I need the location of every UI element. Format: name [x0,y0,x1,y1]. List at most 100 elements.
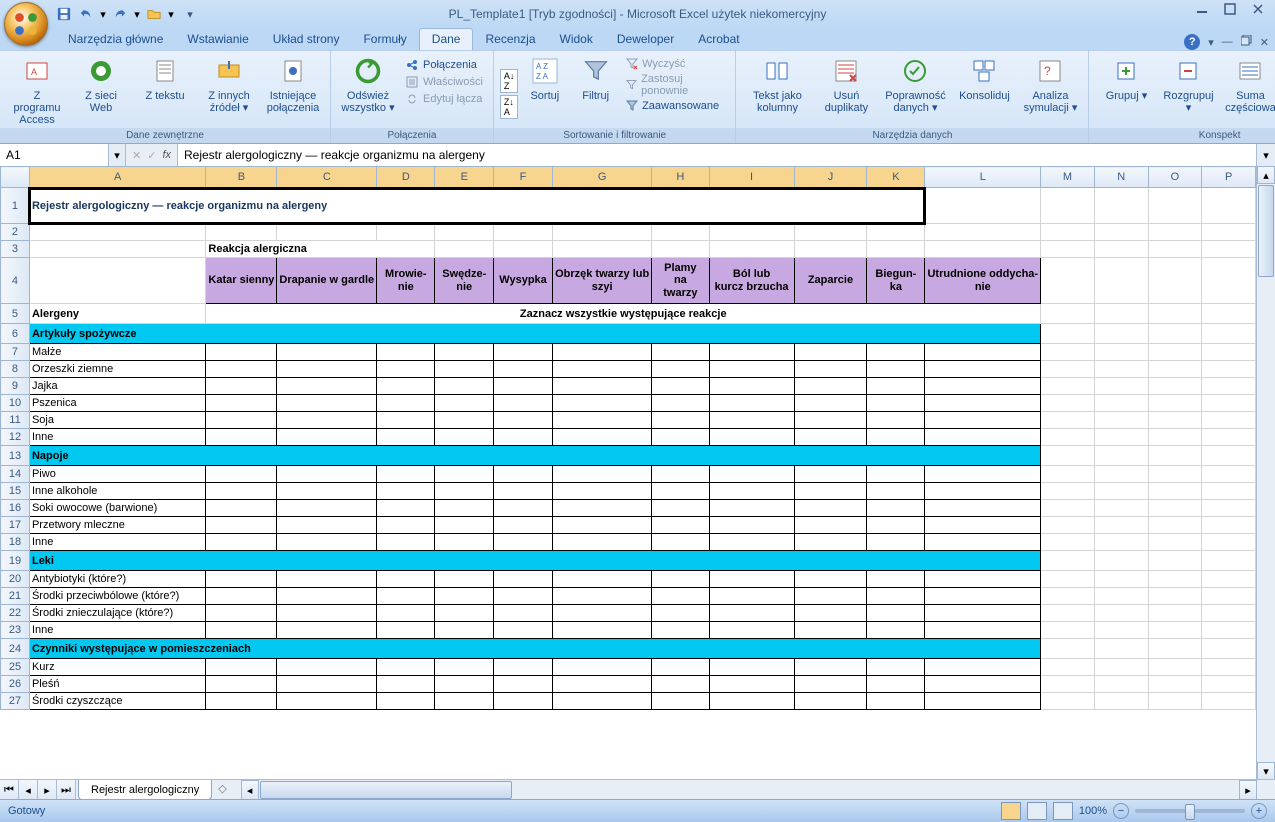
reaction-header[interactable]: Wysypka [494,258,553,304]
row-header[interactable]: 22 [1,605,30,622]
cell[interactable] [206,344,277,361]
cell[interactable] [709,241,794,258]
cell[interactable] [794,224,867,241]
cell[interactable] [1148,676,1202,693]
page-layout-view-button[interactable] [1027,802,1047,820]
cell[interactable] [925,483,1041,500]
cell[interactable] [794,429,867,446]
cell[interactable] [553,500,652,517]
cell[interactable] [494,412,553,429]
last-sheet-icon[interactable]: ⏭ [57,780,76,800]
cell[interactable] [709,517,794,534]
cell[interactable] [1041,378,1095,395]
cell[interactable] [1041,224,1095,241]
cell[interactable] [494,676,553,693]
cell[interactable] [709,395,794,412]
category-row[interactable]: Artykuły spożywcze [29,324,1040,344]
allergen-cell[interactable]: Inne alkohole [29,483,205,500]
cell[interactable] [652,571,709,588]
cell[interactable] [1094,483,1148,500]
cell[interactable] [1041,446,1095,466]
cell[interactable] [794,412,867,429]
cell[interactable] [1202,344,1256,361]
cell[interactable] [553,412,652,429]
cell[interactable] [206,534,277,551]
sort-asc-button[interactable]: A↓Z [500,69,519,93]
cell[interactable] [652,378,709,395]
cell[interactable] [1148,605,1202,622]
cell[interactable] [1041,622,1095,639]
ribbon-tab[interactable]: Dane [419,28,474,50]
cell[interactable] [377,378,435,395]
open-icon[interactable] [144,4,164,24]
cell[interactable] [1094,412,1148,429]
cell[interactable] [1148,324,1202,344]
cell[interactable] [1202,324,1256,344]
column-header[interactable]: P [1202,167,1256,188]
cell[interactable] [277,395,377,412]
cell[interactable] [494,517,553,534]
cell[interactable] [377,659,435,676]
cell[interactable] [494,361,553,378]
cell[interactable] [1094,534,1148,551]
row-header[interactable]: 12 [1,429,30,446]
sort-desc-button[interactable]: Z↓A [500,95,519,119]
formula-input[interactable]: Rejestr alergologiczny — reakcje organiz… [178,144,1256,166]
cell[interactable] [1041,639,1095,659]
cell[interactable] [652,395,709,412]
cell[interactable] [377,500,435,517]
cell[interactable] [553,659,652,676]
cell[interactable] [925,500,1041,517]
cell[interactable] [867,517,925,534]
cell[interactable] [277,588,377,605]
cell[interactable] [1202,466,1256,483]
cell[interactable] [277,693,377,710]
cell[interactable] [1041,361,1095,378]
ribbon-button[interactable]: Rozgrupuj ▾ [1157,53,1219,128]
vertical-scrollbar[interactable]: ▴ ▾ [1256,166,1275,780]
ribbon-button[interactable]: Tekst jako kolumny [742,53,812,128]
cell[interactable] [1202,500,1256,517]
cell[interactable] [277,361,377,378]
cell[interactable] [377,517,435,534]
category-row[interactable]: Czynniki występujące w pomieszczeniach [29,639,1040,659]
cell[interactable] [377,483,435,500]
scroll-thumb[interactable] [260,781,512,799]
cell[interactable]: Alergeny [29,304,205,324]
cell[interactable] [1202,517,1256,534]
cell[interactable] [553,241,652,258]
cell[interactable] [1041,483,1095,500]
allergen-cell[interactable]: Inne [29,429,205,446]
cell[interactable] [494,241,553,258]
ribbon-button[interactable]: Usuń duplikaty [814,53,878,128]
cell[interactable] [494,466,553,483]
reaction-header[interactable]: Zaparcie [794,258,867,304]
ribbon-tab[interactable]: Acrobat [686,29,751,50]
cell[interactable] [277,676,377,693]
row-header[interactable]: 14 [1,466,30,483]
reaction-header[interactable]: Plamynatwarzy [652,258,709,304]
cell[interactable] [709,693,794,710]
zoom-out-button[interactable]: − [1113,803,1129,819]
cell[interactable] [925,344,1041,361]
cell[interactable] [435,378,494,395]
cell[interactable] [1202,412,1256,429]
column-header[interactable]: O [1148,167,1202,188]
cell[interactable] [867,395,925,412]
save-icon[interactable] [54,4,74,24]
ribbon-button[interactable]: Z sieci Web [70,53,132,128]
column-header[interactable]: G [553,167,652,188]
cell[interactable] [553,693,652,710]
prev-sheet-icon[interactable]: ◂ [19,780,38,800]
row-header[interactable]: 27 [1,693,30,710]
cell[interactable] [277,571,377,588]
cell[interactable] [1094,693,1148,710]
cell[interactable] [709,571,794,588]
cell[interactable] [435,483,494,500]
cell[interactable] [1202,588,1256,605]
cell[interactable] [1202,622,1256,639]
cell[interactable] [1148,412,1202,429]
cell[interactable] [29,224,205,241]
cell[interactable] [1094,446,1148,466]
cell[interactable] [206,693,277,710]
